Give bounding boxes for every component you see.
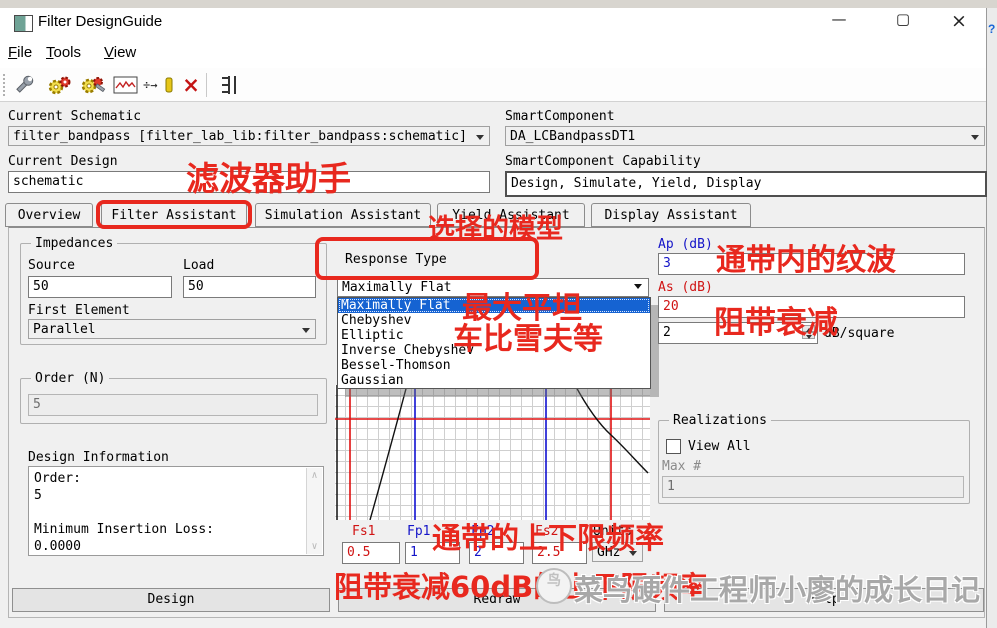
filter-response-chart: [335, 385, 650, 520]
svg-text:÷→: ÷→: [143, 78, 157, 92]
chevron-down-icon: [476, 135, 484, 140]
view-all-checkbox[interactable]: [666, 439, 681, 454]
first-element-label: First Element: [28, 303, 130, 318]
smart-component-value: DA_LCBandpassDT1: [510, 129, 636, 144]
background-window-right-strip: [986, 8, 997, 628]
info-line: Order:: [34, 471, 81, 486]
smart-component-label: SmartComponent: [505, 109, 615, 124]
fs1-field[interactable]: 0.5: [342, 542, 400, 564]
tune-gears-icon[interactable]: [44, 72, 74, 98]
menu-tools-mnemonic: T: [46, 44, 54, 61]
capability-label: SmartComponent Capability: [505, 154, 701, 169]
dropdown-option-gaussian[interactable]: Gaussian: [338, 373, 650, 388]
lower-skirt-curve: [369, 385, 408, 520]
annotation-box-filter-assistant-tab: [96, 200, 252, 229]
annotation-passband-ripple: 通带内的纹波: [716, 243, 896, 278]
as-label: As (dB): [658, 280, 713, 295]
chevron-down-icon[interactable]: [634, 284, 642, 289]
maximize-button[interactable]: ▢: [886, 10, 920, 34]
toolbar-separator: [206, 73, 207, 97]
tab-simulation-assistant[interactable]: Simulation Assistant: [255, 203, 431, 227]
component-divide-icon[interactable]: ÷→: [142, 72, 176, 98]
close-button[interactable]: ×: [942, 10, 976, 34]
chevron-down-icon: [302, 328, 310, 333]
realizations-legend: Realizations: [669, 413, 771, 428]
annotation-passband-limits: 通带的上下限频率: [432, 521, 665, 555]
fs1-label: Fs1: [352, 524, 376, 539]
menu-view-rest: iew: [113, 44, 137, 61]
menu-file-rest: ile: [17, 44, 33, 61]
load-label: Load: [183, 258, 215, 273]
impedances-legend: Impedances: [31, 236, 118, 251]
tab-display-assistant[interactable]: Display Assistant: [591, 203, 751, 227]
annotation-chebyshev-etc: 车比雪夫等: [453, 322, 603, 357]
dropdown-option-bessel-thomson[interactable]: Bessel-Thomson: [338, 358, 650, 373]
design-information-label: Design Information: [28, 450, 169, 465]
ap-label: Ap (dB): [658, 237, 713, 252]
view-all-label: View All: [688, 439, 751, 454]
annotation-stopband-atten: 阻带衰减: [714, 305, 838, 341]
watermark-text: 菜鸟硬件工程师小廖的成长日记: [574, 573, 981, 607]
window-title: Filter DesignGuide: [38, 13, 163, 30]
scrollbar[interactable]: ∧ ∨: [306, 468, 322, 554]
chevron-down-icon: [971, 135, 979, 140]
menu-tools[interactable]: Tools: [46, 44, 81, 61]
order-field: 5: [28, 394, 318, 416]
plot-icon[interactable]: [112, 72, 140, 98]
load-field[interactable]: 50: [183, 276, 316, 298]
toolbar-grip: [3, 74, 8, 96]
current-schematic-value: filter_bandpass [filter_lab_lib:filter_b…: [13, 129, 467, 144]
info-line: [34, 504, 303, 521]
watermark-logo: 鸟: [536, 568, 572, 604]
annotation-selected-model: 选择的模型: [428, 214, 563, 245]
menu-bar: [0, 38, 986, 68]
current-design-label: Current Design: [8, 154, 118, 169]
tab-overview[interactable]: Overview: [5, 203, 93, 227]
scroll-down-icon[interactable]: ∨: [307, 541, 322, 552]
info-line: 0.0000: [34, 539, 81, 554]
current-schematic-combo[interactable]: filter_bandpass [filter_lab_lib:filter_b…: [8, 126, 490, 146]
first-element-value: Parallel: [33, 322, 96, 337]
app-icon: [14, 15, 33, 32]
design-button[interactable]: Design: [12, 588, 330, 612]
info-line: 5: [34, 488, 42, 503]
current-schematic-label: Current Schematic: [8, 109, 142, 124]
design-information-box: Order: 5 Minimum Insertion Loss: 0.0000 …: [28, 466, 324, 556]
capability-field[interactable]: Design, Simulate, Yield, Display: [505, 171, 987, 197]
schematic-panel-icon[interactable]: [214, 72, 242, 98]
background-help-badge: ?: [988, 22, 996, 36]
menu-view-mnemonic: V: [104, 44, 114, 61]
info-line: Minimum Insertion Loss:: [34, 522, 215, 537]
delete-icon[interactable]: ×: [178, 72, 204, 98]
menu-view[interactable]: View: [104, 44, 136, 61]
scroll-up-icon[interactable]: ∧: [307, 470, 322, 481]
source-field[interactable]: 50: [28, 276, 172, 298]
menu-file-mnemonic: F: [8, 44, 18, 61]
response-type-value: Maximally Flat: [342, 280, 452, 295]
max-field: 1: [662, 476, 964, 498]
source-label: Source: [28, 258, 75, 273]
menu-tools-rest: ools: [53, 44, 82, 61]
menu-file[interactable]: File: [8, 44, 32, 61]
wrench-icon[interactable]: [10, 72, 38, 98]
max-label: Max #: [662, 459, 702, 474]
first-element-combo[interactable]: Parallel: [28, 319, 316, 339]
smart-component-combo[interactable]: DA_LCBandpassDT1: [505, 126, 985, 146]
minimize-button[interactable]: —: [822, 10, 856, 34]
optimize-gears-icon[interactable]: [78, 72, 108, 98]
fp1-label: Fp1: [407, 524, 431, 539]
db-square-value: 2: [663, 325, 671, 340]
order-legend: Order (N): [31, 371, 110, 386]
annotation-filter-assistant: 滤波器助手: [186, 159, 351, 198]
